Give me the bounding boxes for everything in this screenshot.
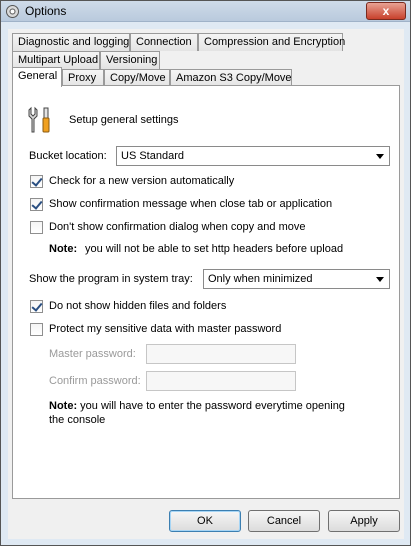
apply-button[interactable]: Apply (328, 510, 400, 532)
tab-label: Copy/Move (110, 72, 166, 84)
password-note: Note: you will have to enter the passwor… (49, 399, 349, 427)
ok-button[interactable]: OK (169, 510, 241, 532)
chevron-down-icon (376, 154, 384, 159)
system-tray-select[interactable]: Only when minimized (203, 269, 390, 289)
tab-versioning[interactable]: Versioning (100, 51, 160, 69)
tab-label: Proxy (68, 72, 97, 84)
note-label: Note: (49, 400, 78, 412)
tab-connection[interactable]: Connection (130, 33, 198, 51)
confirm-password-label: Confirm password: (49, 375, 141, 387)
show-confirmation-checkbox[interactable] (30, 198, 43, 211)
close-icon: x (382, 4, 390, 18)
section-header: Setup general settings (69, 114, 179, 126)
chevron-down-icon (376, 277, 384, 282)
note-label: Note: (49, 243, 78, 255)
check-new-version-label: Check for a new version automatically (49, 175, 235, 187)
general-settings-panel: Setup general settings Bucket location: … (12, 85, 400, 499)
wrench-screwdriver-icon (28, 106, 50, 133)
show-confirmation-label: Show confirmation message when close tab… (49, 198, 333, 210)
dialog-client: Diagnostic and logging Connection Compre… (8, 29, 404, 539)
note-text: you will have to enter the password ever… (49, 400, 345, 426)
note-text: you will not be able to set http headers… (85, 243, 344, 255)
tab-label: Compression and Encryption (204, 36, 346, 48)
system-tray-value: Only when minimized (208, 273, 313, 285)
tab-label: Connection (136, 36, 192, 48)
tab-general[interactable]: General (12, 67, 62, 87)
title-bar: Options x (1, 1, 410, 22)
confirm-password-field[interactable] (146, 371, 296, 391)
tab-label: Multipart Upload (18, 54, 99, 66)
tab-label: General (18, 70, 58, 82)
hide-hidden-files-checkbox[interactable] (30, 300, 43, 313)
tab-label: Amazon S3 Copy/Move (176, 72, 292, 84)
bucket-location-select[interactable]: US Standard (116, 146, 390, 166)
protect-data-label: Protect my sensitive data with master pa… (49, 323, 282, 335)
bucket-location-label: Bucket location: (29, 150, 107, 162)
dont-show-confirmation-checkbox[interactable] (30, 221, 43, 234)
options-window: Options x Diagnostic and logging Connect… (0, 0, 411, 546)
options-app-icon (6, 5, 19, 18)
tab-compression-and-encryption[interactable]: Compression and Encryption (198, 33, 346, 51)
check-new-version-checkbox[interactable] (30, 175, 43, 188)
close-button[interactable]: x (366, 2, 406, 20)
cancel-button[interactable]: Cancel (248, 510, 320, 532)
tab-diagnostic-and-logging[interactable]: Diagnostic and logging (12, 33, 130, 51)
master-password-label: Master password: (49, 348, 136, 360)
dont-show-confirmation-label: Don't show confirmation dialog when copy… (49, 221, 306, 233)
bucket-location-value: US Standard (121, 150, 184, 162)
tab-label: Versioning (106, 54, 158, 66)
master-password-field[interactable] (146, 344, 296, 364)
protect-data-checkbox[interactable] (30, 323, 43, 336)
hide-hidden-files-label: Do not show hidden files and folders (49, 300, 227, 312)
tab-label: Diagnostic and logging (18, 36, 130, 48)
system-tray-label: Show the program in system tray: (29, 273, 193, 285)
window-title: Options (25, 4, 67, 18)
